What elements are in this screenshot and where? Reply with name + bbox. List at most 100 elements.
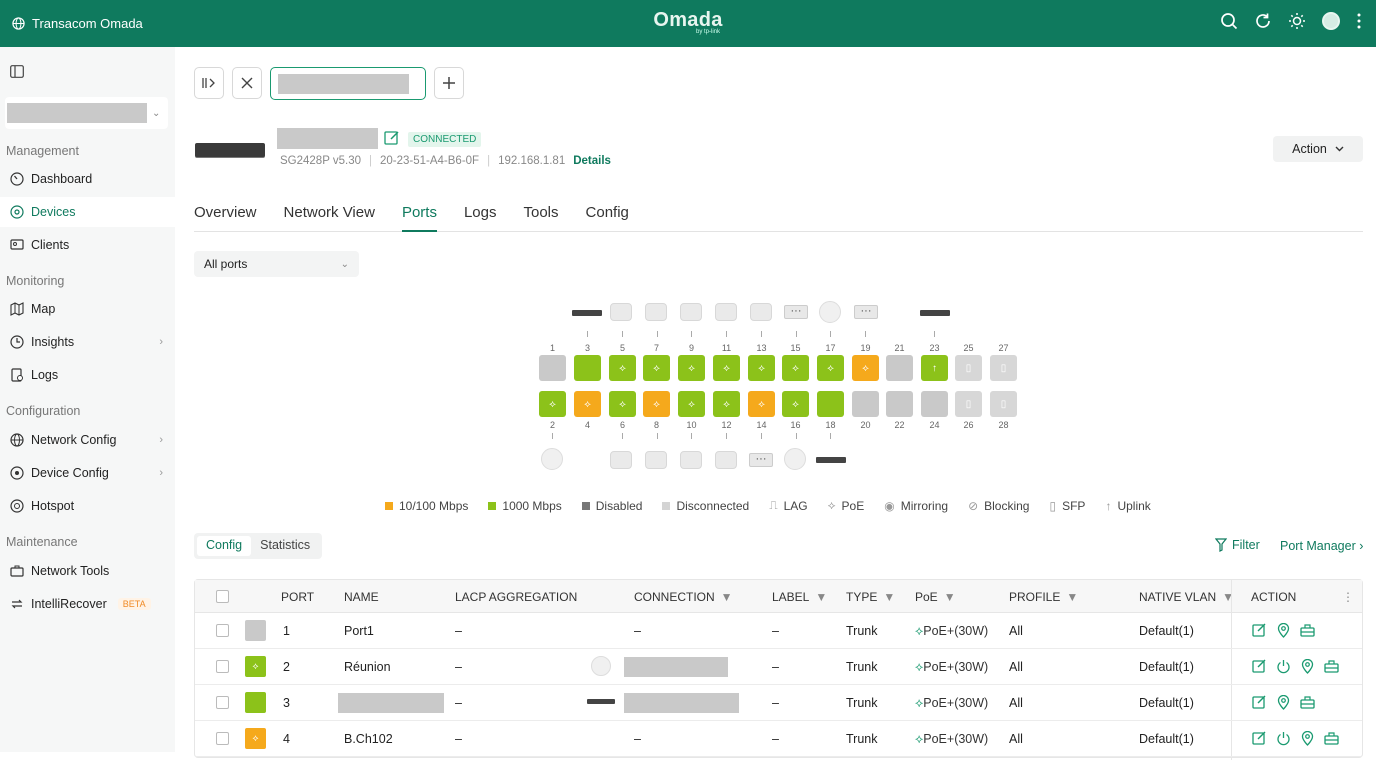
row-checkbox[interactable]	[216, 732, 229, 745]
port-16[interactable]: ⟡	[782, 391, 809, 417]
sidebar-item-intellirecover[interactable]: IntelliRecover BETA	[0, 589, 175, 619]
edit-icon[interactable]	[1252, 731, 1267, 746]
port-23[interactable]: ↑	[921, 355, 948, 381]
port-15[interactable]: ⟡	[782, 355, 809, 381]
add-tab-button[interactable]	[434, 67, 464, 99]
tab-config[interactable]: Config	[586, 197, 629, 232]
sidebar-item-hotspot[interactable]: Hotspot	[0, 491, 175, 521]
tab-network-view[interactable]: Network View	[284, 197, 375, 232]
tab-statistics[interactable]: Statistics	[251, 536, 319, 556]
edit-icon[interactable]	[1252, 659, 1267, 674]
tab-tools[interactable]: Tools	[523, 197, 558, 232]
power-icon[interactable]	[1276, 659, 1291, 674]
sidebar-item-logs[interactable]: Logs	[0, 360, 175, 390]
select-all-checkbox[interactable]	[216, 590, 229, 603]
sidebar-toggle-icon[interactable]	[10, 65, 24, 78]
sidebar-item-devices[interactable]: Devices	[0, 197, 175, 227]
tab-logs[interactable]: Logs	[464, 197, 497, 232]
details-link[interactable]: Details	[573, 155, 611, 167]
location-pin-icon[interactable]	[1276, 623, 1291, 638]
brand[interactable]: Transacom Omada	[12, 16, 143, 31]
close-icon	[241, 77, 253, 89]
port-22[interactable]	[886, 391, 913, 417]
device-tab-input[interactable]	[270, 67, 426, 100]
edit-icon[interactable]	[1252, 695, 1267, 710]
search-icon[interactable]	[1220, 12, 1238, 30]
cell-poe: ⟡PoE+(30W)	[915, 660, 988, 675]
port-3[interactable]	[574, 355, 601, 381]
filter-button[interactable]: Filter	[1215, 538, 1260, 552]
sidebar-item-insights[interactable]: Insights ›	[0, 327, 175, 357]
port-19[interactable]: ⟡	[852, 355, 879, 381]
port-2[interactable]: ⟡	[539, 391, 566, 417]
chevron-down-icon	[1335, 146, 1344, 152]
port-14[interactable]: ⟡	[748, 391, 775, 417]
port-filter-select[interactable]: All ports ⌄	[194, 251, 359, 277]
port-1[interactable]	[539, 355, 566, 381]
filter-icon: ▼	[720, 590, 733, 604]
port-24[interactable]	[921, 391, 948, 417]
sidebar-item-network-config[interactable]: Network Config ›	[0, 425, 175, 455]
column-header-type[interactable]: TYPE ▼	[846, 590, 895, 604]
port-26-sfp[interactable]: ▯	[955, 391, 982, 417]
port-7[interactable]: ⟡	[643, 355, 670, 381]
table-row[interactable]: 1 Port1 – – – Trunk ⟡PoE+(30W) All Defau…	[195, 613, 1362, 649]
device-tabs: Overview Network View Ports Logs Tools C…	[194, 197, 1363, 232]
tab-ports[interactable]: Ports	[401, 197, 437, 232]
row-checkbox[interactable]	[216, 624, 229, 637]
refresh-icon[interactable]	[1254, 12, 1272, 30]
port-11[interactable]: ⟡	[713, 355, 740, 381]
expand-panel-button[interactable]	[194, 67, 224, 99]
sidebar-item-device-config[interactable]: Device Config ›	[0, 458, 175, 488]
site-selector[interactable]: ⌄	[5, 97, 168, 129]
location-pin-icon[interactable]	[1300, 731, 1315, 746]
theme-sun-icon[interactable]	[1288, 12, 1306, 30]
column-settings-icon[interactable]: ⋮	[1342, 590, 1354, 604]
port-10[interactable]: ⟡	[678, 391, 705, 417]
column-header-connection[interactable]: CONNECTION ▼	[634, 590, 733, 604]
port-5[interactable]: ⟡	[609, 355, 636, 381]
port-20[interactable]	[852, 391, 879, 417]
port-25-sfp[interactable]: ▯	[955, 355, 982, 381]
row-checkbox[interactable]	[216, 696, 229, 709]
table-row[interactable]: 3 – – Trunk ⟡PoE+(30W) All Default(1)	[195, 685, 1362, 721]
table-row[interactable]: ⟡ 2 Réunion – – Trunk ⟡PoE+(30W) All Def…	[195, 649, 1362, 685]
port-28-sfp[interactable]: ▯	[990, 391, 1017, 417]
sidebar-item-dashboard[interactable]: Dashboard	[0, 164, 175, 194]
toolbox-icon[interactable]	[1300, 695, 1315, 710]
poe-value: PoE+(30W)	[923, 624, 989, 638]
port-21[interactable]	[886, 355, 913, 381]
port-12[interactable]: ⟡	[713, 391, 740, 417]
column-header-label[interactable]: LABEL ▼	[772, 590, 827, 604]
sidebar-item-map[interactable]: Map	[0, 294, 175, 324]
location-pin-icon[interactable]	[1300, 659, 1315, 674]
column-header-native-vlan[interactable]: NATIVE VLAN ▼	[1139, 590, 1234, 604]
port-17[interactable]: ⟡	[817, 355, 844, 381]
close-button[interactable]	[232, 67, 262, 99]
toolbox-icon[interactable]	[1324, 731, 1339, 746]
column-header-profile[interactable]: PROFILE ▼	[1009, 590, 1078, 604]
power-icon[interactable]	[1276, 731, 1291, 746]
toolbox-icon[interactable]	[1300, 623, 1315, 638]
location-pin-icon[interactable]	[1276, 695, 1291, 710]
tab-overview[interactable]: Overview	[194, 197, 257, 232]
port-6[interactable]: ⟡	[609, 391, 636, 417]
port-27-sfp[interactable]: ▯	[990, 355, 1017, 381]
row-checkbox[interactable]	[216, 660, 229, 673]
port-9[interactable]: ⟡	[678, 355, 705, 381]
port-8[interactable]: ⟡	[643, 391, 670, 417]
port-manager-link[interactable]: Port Manager ›	[1280, 539, 1363, 553]
edit-icon[interactable]	[384, 130, 400, 146]
edit-icon[interactable]	[1252, 623, 1267, 638]
more-vertical-icon[interactable]	[1356, 13, 1362, 29]
sidebar-item-network-tools[interactable]: Network Tools	[0, 556, 175, 586]
port-18[interactable]	[817, 391, 844, 417]
port-4[interactable]: ⟡	[574, 391, 601, 417]
sidebar-item-clients[interactable]: Clients	[0, 230, 175, 260]
column-header-poe[interactable]: PoE ▼	[915, 590, 956, 604]
user-avatar[interactable]	[1322, 12, 1340, 30]
tab-config-sub[interactable]: Config	[197, 536, 252, 556]
port-13[interactable]: ⟡	[748, 355, 775, 381]
toolbox-icon[interactable]	[1324, 659, 1339, 674]
action-dropdown[interactable]: Action	[1273, 136, 1363, 162]
